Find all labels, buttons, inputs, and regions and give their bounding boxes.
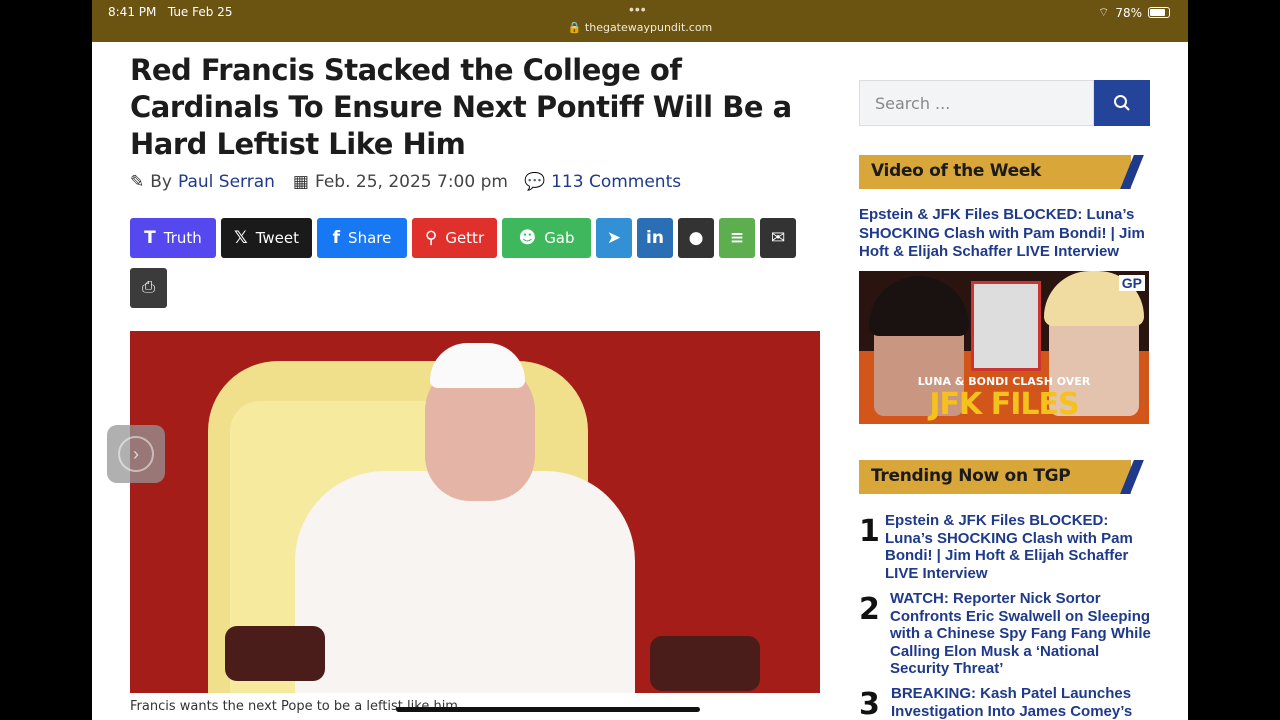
home-indicator[interactable] [396, 707, 700, 712]
status-right: ⌔ 78% [1098, 5, 1170, 20]
gab-icon: ☻ [518, 228, 537, 248]
robe-shape [295, 471, 635, 693]
trending-number: 1 [859, 514, 880, 549]
linkedin-icon: in [646, 228, 664, 248]
print-button[interactable]: ⎙ [130, 268, 167, 308]
share-buttons: T Truth 𝕏 Tweet f Share ⚲ Gettr ☻ Gab ➤ in ● ≡ ✉ [130, 218, 796, 258]
zucchetto-shape [430, 343, 525, 388]
trending-link[interactable]: BREAKING: Kash Patel Launches Investigat… [891, 685, 1156, 720]
trending-number: 3 [859, 687, 880, 720]
article-hero-image [130, 331, 820, 693]
gab-share-button[interactable]: ☻ Gab [502, 218, 591, 258]
print-icon: ⎙ [142, 279, 155, 296]
video-link[interactable]: Epstein & JFK Files BLOCKED: Luna’s SHOC… [859, 206, 1159, 262]
comment-icon: ● [688, 228, 704, 248]
email-share-button[interactable]: ✉ [760, 218, 796, 258]
calendar-icon: ▦ [292, 172, 309, 192]
share-label: Truth [163, 229, 202, 247]
comment-share-button[interactable]: ● [678, 218, 714, 258]
armrest-left [225, 626, 325, 681]
armrest-right [650, 636, 760, 691]
author-link[interactable]: Paul Serran [178, 172, 275, 192]
address-bar[interactable]: 🔒 thegatewaypundit.com [92, 21, 1188, 34]
search-icon [1114, 95, 1130, 111]
gettr-share-button[interactable]: ⚲ Gettr [412, 218, 497, 258]
x-share-button[interactable]: 𝕏 Tweet [221, 218, 312, 258]
truth-social-icon: T [144, 228, 156, 248]
thumb-text-main: JFK FILES [929, 387, 1079, 422]
telegram-share-button[interactable]: ➤ [596, 218, 632, 258]
more-dots-icon[interactable]: ••• [629, 1, 647, 17]
trending-number: 2 [859, 592, 880, 627]
telegram-icon: ➤ [606, 228, 622, 248]
sms-icon: ≡ [729, 228, 745, 248]
facebook-icon: f [332, 228, 341, 248]
video-thumbnail[interactable]: GP LUNA & BONDI CLASH OVER JFK FILES [859, 271, 1149, 424]
screen: 8:41 PM Tue Feb 25 ••• 🔒 thegatewaypundi… [92, 0, 1188, 720]
search-button[interactable] [1094, 80, 1150, 126]
pencil-icon: ✎ [130, 172, 145, 192]
article-title: Red Francis Stacked the College of Cardi… [130, 53, 792, 161]
lock-icon: 🔒 [567, 21, 582, 34]
truth-social-share-button[interactable]: T Truth [130, 218, 216, 258]
trending-link[interactable]: WATCH: Reporter Nick Sortor Confronts Er… [890, 590, 1155, 678]
byline-prefix: By [150, 172, 172, 192]
share-label: Gettr [445, 229, 485, 247]
search-form [859, 80, 1150, 126]
trending-link[interactable]: Epstein & JFK Files BLOCKED: Luna’s SHOC… [885, 512, 1150, 582]
gp-badge: GP [1118, 275, 1145, 291]
trending-heading: Trending Now on TGP [859, 460, 1131, 494]
comments-icon: 💬 [523, 172, 546, 192]
linkedin-share-button[interactable]: in [637, 218, 673, 258]
comments-link[interactable]: 113 Comments [551, 172, 681, 192]
share-label: Gab [544, 229, 575, 247]
share-label: Share [348, 229, 392, 247]
article-date: Feb. 25, 2025 7:00 pm [314, 172, 508, 192]
video-of-week-heading: Video of the Week [859, 155, 1131, 189]
gettr-icon: ⚲ [424, 228, 438, 248]
status-time: 8:41 PM Tue Feb 25 [108, 5, 233, 19]
battery-icon [1148, 7, 1170, 18]
floating-next-button[interactable]: › [107, 425, 165, 483]
inset-photo [971, 281, 1041, 371]
status-bar: 8:41 PM Tue Feb 25 ••• 🔒 thegatewaypundi… [92, 0, 1188, 42]
x-icon: 𝕏 [234, 228, 248, 248]
sms-share-button[interactable]: ≡ [719, 218, 755, 258]
article-meta: ✎ By Paul Serran ▦ Feb. 25, 2025 7:00 pm… [130, 172, 681, 192]
wifi-icon: ⌔ [1098, 5, 1110, 19]
chevron-right-icon: › [118, 436, 154, 472]
battery-percent: 78% [1115, 5, 1142, 20]
share-label: Tweet [255, 229, 299, 247]
email-icon: ✉ [770, 228, 786, 248]
facebook-share-button[interactable]: f Share [317, 218, 407, 258]
search-input[interactable] [859, 80, 1094, 126]
hair-left-shape [869, 276, 969, 336]
